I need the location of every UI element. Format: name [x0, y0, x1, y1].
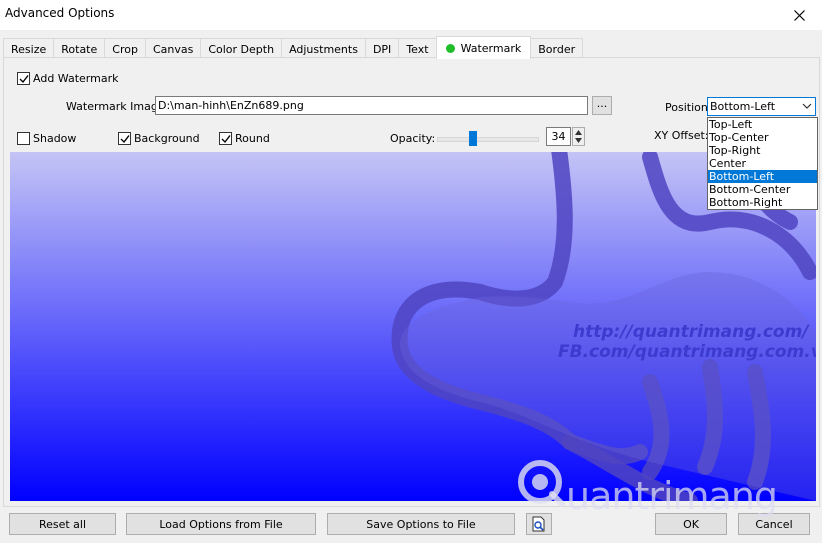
position-label: Position: — [665, 101, 712, 114]
opacity-slider-thumb[interactable] — [469, 131, 477, 146]
check-icon — [120, 134, 130, 143]
watermark-url-line1: http://quantrimang.com/ — [573, 322, 809, 342]
reset-all-button[interactable]: Reset all — [9, 513, 116, 535]
quantrimang-logo-text: uantrimang — [566, 474, 778, 518]
add-watermark-label: Add Watermark — [33, 72, 119, 85]
tab-label: Canvas — [152, 42, 194, 56]
shadow-checkbox[interactable] — [17, 132, 30, 145]
round-checkbox[interactable] — [219, 132, 232, 145]
tab-label: Crop — [112, 42, 138, 56]
tab-label: Resize — [11, 42, 47, 56]
add-watermark-checkbox[interactable] — [17, 72, 30, 85]
tab-rotate[interactable]: Rotate — [53, 38, 106, 59]
position-dropdown-list: Top-Left Top-Center Top-Right Center Bot… — [707, 117, 818, 210]
tab-resize[interactable]: Resize — [3, 38, 55, 59]
background-label: Background — [134, 132, 200, 145]
arrow-up-icon — [575, 129, 582, 135]
preview-image: http://quantrimang.com/ FB.com/quantrima… — [10, 152, 816, 501]
position-select[interactable]: Bottom-Left — [707, 97, 816, 116]
watermark-image-label: Watermark Image: — [66, 100, 169, 113]
tab-label: Text — [406, 42, 429, 56]
tab-label: Rotate — [61, 42, 98, 56]
tab-label: Color Depth — [208, 42, 275, 56]
position-option-top-center[interactable]: Top-Center — [708, 131, 817, 144]
preview-button[interactable] — [526, 513, 552, 535]
tab-watermark[interactable]: Watermark — [435, 36, 532, 59]
watermark-image-path-input[interactable]: D:\man-hinh\EnZn689.png — [155, 96, 588, 115]
position-value: Bottom-Left — [710, 100, 776, 113]
save-options-button[interactable]: Save Options to File — [327, 513, 515, 535]
tab-canvas[interactable]: Canvas — [144, 38, 202, 59]
opacity-label: Opacity: — [390, 132, 436, 145]
tab-label: Watermark — [460, 41, 522, 55]
close-icon — [793, 9, 805, 21]
active-dot-icon — [445, 43, 455, 53]
tab-color-depth[interactable]: Color Depth — [200, 38, 283, 59]
spin-down-button[interactable] — [573, 136, 584, 144]
position-option-bottom-center[interactable]: Bottom-Center — [708, 183, 817, 196]
close-button[interactable] — [776, 0, 822, 30]
window-title: Advanced Options — [5, 6, 115, 20]
tab-text[interactable]: Text — [398, 38, 437, 59]
spin-up-button[interactable] — [573, 128, 584, 136]
tab-crop[interactable]: Crop — [104, 38, 146, 59]
position-option-bottom-right[interactable]: Bottom-Right — [708, 196, 817, 209]
magnifier-page-icon — [532, 516, 545, 532]
watermark-image-path: D:\man-hinh\EnZn689.png — [158, 99, 304, 112]
quantrimang-logo-icon — [518, 460, 565, 507]
shadow-label: Shadow — [33, 132, 77, 145]
position-option-top-right[interactable]: Top-Right — [708, 144, 817, 157]
opacity-value-input[interactable]: 34 — [546, 127, 571, 146]
title-bar: Advanced Options — [0, 0, 822, 30]
position-option-top-left[interactable]: Top-Left — [708, 118, 817, 131]
position-option-center[interactable]: Center — [708, 157, 817, 170]
chevron-down-icon — [802, 103, 812, 109]
tab-border[interactable]: Border — [530, 38, 584, 59]
check-icon — [221, 134, 231, 143]
browse-button[interactable]: ... — [592, 96, 612, 115]
position-option-bottom-left[interactable]: Bottom-Left — [708, 170, 817, 183]
check-icon — [19, 74, 29, 83]
opacity-spinner — [572, 127, 585, 146]
tab-dpi[interactable]: DPI — [364, 38, 400, 59]
tab-adjustments[interactable]: Adjustments — [281, 38, 366, 59]
background-checkbox[interactable] — [118, 132, 131, 145]
opacity-value: 34 — [551, 130, 566, 143]
round-label: Round — [235, 132, 270, 145]
tab-label: Border — [538, 42, 576, 56]
tab-label: Adjustments — [289, 42, 358, 56]
arrow-down-icon — [575, 137, 582, 143]
opacity-slider-track[interactable] — [437, 137, 539, 142]
load-options-button[interactable]: Load Options from File — [126, 513, 316, 535]
tab-label: DPI — [372, 42, 392, 56]
watermark-url-line2: FB.com/quantrimang.com.vn — [558, 342, 816, 362]
tab-strip: Resize Rotate Crop Canvas Color Depth Ad… — [3, 36, 584, 59]
xy-offset-label: XY Offset: — [654, 129, 709, 142]
